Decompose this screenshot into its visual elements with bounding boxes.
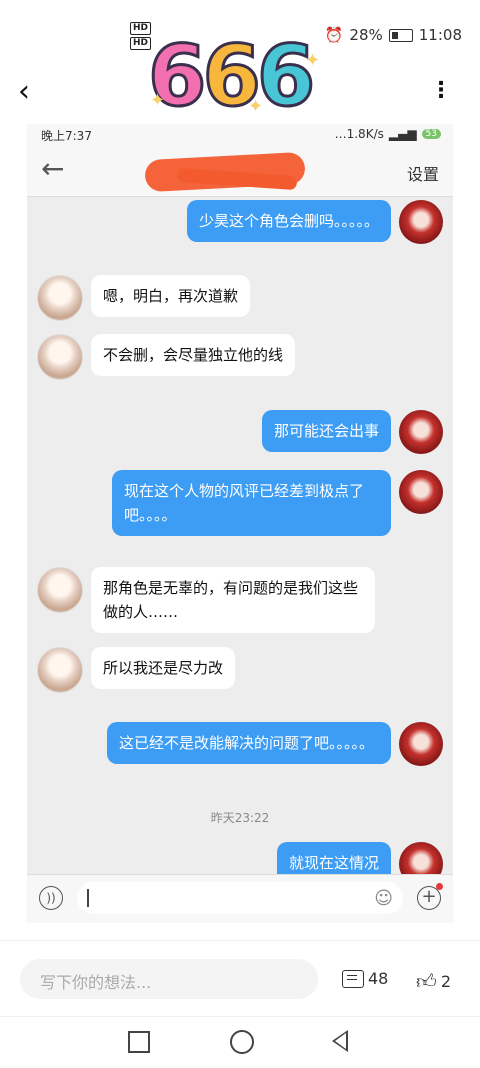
avatar[interactable]: [399, 470, 443, 514]
inner-status-bar: 晚上7:37 …1.8K/s ▂▄▆ 53: [27, 124, 453, 146]
message-bubble: 那可能还会出事: [261, 410, 391, 452]
message-bubble: 那角色是无辜的，有问题的是我们这些做的人……: [91, 567, 375, 633]
comment-icon: [342, 969, 364, 988]
notification-dot: [436, 883, 443, 890]
battery-icon: [388, 28, 413, 42]
settings-button[interactable]: 设置: [407, 161, 439, 185]
chat-screenshot: 晚上7:37 …1.8K/s ▂▄▆ 53 ← 设置 少昊这个角色会删吗。。。。…: [27, 124, 453, 874]
inner-battery: 53: [421, 129, 441, 139]
message-left: 不会删，会尽量独立他的线: [37, 334, 296, 380]
inner-status-right: …1.8K/s ▂▄▆ 53: [335, 127, 441, 141]
message-left: 那角色是无辜的，有问题的是我们这些做的人……: [37, 567, 375, 633]
avatar[interactable]: [37, 567, 83, 613]
chat-input-field[interactable]: ☺: [77, 882, 403, 914]
like-button[interactable]: 👍︎ 2: [416, 969, 451, 994]
back-arrow-icon[interactable]: ‹: [18, 77, 30, 107]
nav-circle-icon[interactable]: [230, 1030, 254, 1054]
message-bubble: 所以我还是尽力改: [91, 647, 236, 689]
avatar[interactable]: [399, 200, 443, 244]
666-sticker: 666: [146, 27, 317, 126]
avatar[interactable]: [399, 722, 443, 766]
message-bubble: 少昊这个角色会删吗。。。。。: [186, 200, 391, 242]
avatar[interactable]: [37, 275, 83, 321]
sparkle-icon: ✦: [305, 50, 321, 71]
comment-count: 48: [368, 969, 389, 988]
comment-input[interactable]: 写下你的想法...: [20, 959, 318, 999]
emoji-icon[interactable]: ☺: [374, 888, 393, 909]
avatar[interactable]: [37, 334, 83, 380]
message-right: 少昊这个角色会删吗。。。。。: [186, 200, 443, 244]
battery-percent: 28%: [349, 26, 383, 44]
system-nav-bar: [0, 1016, 480, 1068]
comment-bar: 写下你的想法... 48 👍︎ 2: [0, 940, 480, 1017]
message-right: 这已经不是改能解决的问题了吧。。。。。: [107, 722, 443, 766]
status-right: ⏰ 28% 11:08: [325, 26, 462, 44]
message-right: 现在这个人物的风评已经差到极点了吧。。。。: [112, 470, 443, 536]
message-bubble: 嗯，明白，再次道歉: [91, 275, 251, 317]
avatar[interactable]: [37, 647, 83, 693]
text-caret: [87, 889, 89, 907]
message-bubble: 不会删，会尽量独立他的线: [91, 334, 296, 376]
inner-time: 晚上7:37: [41, 129, 92, 143]
nav-square-icon[interactable]: [128, 1031, 150, 1053]
chat-nav: ← 设置: [27, 146, 453, 197]
like-count: 2: [440, 972, 452, 991]
avatar[interactable]: [399, 410, 443, 454]
sticker-digit: 6: [255, 27, 317, 126]
message-bubble: 就现在这情况: [276, 842, 391, 874]
comment-placeholder: 写下你的想法...: [40, 973, 152, 992]
nav-back-icon[interactable]: [332, 1030, 348, 1052]
clock: 11:08: [418, 26, 462, 44]
comment-button[interactable]: 48: [342, 969, 388, 988]
message-right: 那可能还会出事: [261, 410, 443, 454]
message-bubble: 这已经不是改能解决的问题了吧。。。。。: [107, 722, 391, 764]
avatar[interactable]: [399, 842, 443, 874]
message-right: 就现在这情况: [276, 842, 443, 874]
message-left: 所以我还是尽力改: [37, 647, 236, 693]
sparkle-icon: ✦: [150, 90, 166, 111]
more-icon[interactable]: ⋮: [430, 78, 452, 103]
signal-icon: ▂▄▆: [388, 127, 417, 141]
alarm-icon: ⏰: [324, 26, 344, 44]
net-speed: …1.8K/s: [334, 127, 384, 141]
voice-icon[interactable]: )): [39, 886, 63, 910]
message-left: 嗯，明白，再次道歉: [37, 275, 251, 321]
back-arrow-icon[interactable]: ←: [41, 155, 64, 183]
sparkle-icon: ✦: [248, 96, 264, 117]
chat-timestamp: 昨天23:22: [210, 811, 270, 825]
like-icon: 👍︎: [416, 969, 437, 993]
message-bubble: 现在这个人物的风评已经差到极点了吧。。。。: [112, 470, 391, 536]
chat-input-bar: )) ☺ +: [27, 874, 453, 923]
